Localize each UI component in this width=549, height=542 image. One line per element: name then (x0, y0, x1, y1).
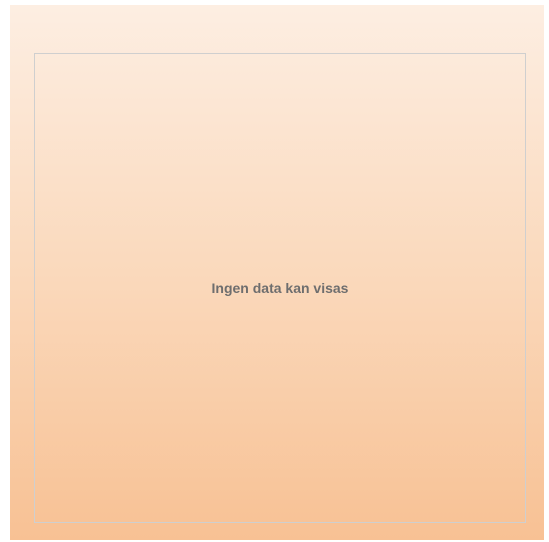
no-data-message: Ingen data kan visas (211, 280, 349, 296)
plot-area-frame: Ingen data kan visas (34, 53, 526, 523)
chart-canvas: Ingen data kan visas (10, 5, 544, 540)
